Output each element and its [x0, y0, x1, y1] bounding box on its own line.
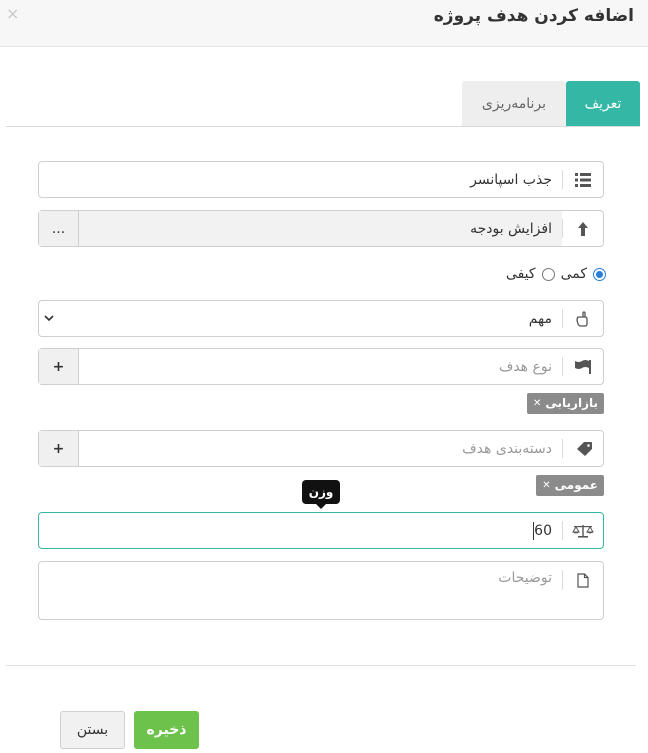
document-icon [563, 562, 603, 598]
priority-select[interactable]: مهم [38, 300, 604, 337]
radio-quantitative[interactable] [593, 267, 606, 281]
add-goal-type-button[interactable]: + [39, 349, 79, 384]
measure-type-radios: کمی کیفی [506, 266, 606, 282]
goal-name-input[interactable]: جذب اسپانسر [39, 162, 562, 197]
goal-category-input[interactable]: دسته‌بندی هدف [79, 431, 562, 466]
goal-type-input[interactable]: نوع هدف [79, 349, 562, 384]
tabs-divider [6, 126, 640, 127]
radio-qualitative[interactable] [541, 267, 555, 281]
tab-planning[interactable]: برنامه‌ریزی [462, 81, 566, 127]
arrow-up-icon [563, 211, 603, 246]
description-placeholder: توضیحات [498, 570, 552, 586]
flag-icon [563, 349, 603, 384]
goal-category-tag: عمومی ✕ [536, 475, 604, 496]
modal-title: اضافه کردن هدف پروژه [433, 6, 634, 26]
goal-name-group: جذب اسپانسر [38, 161, 604, 198]
weight-value: 60 [534, 522, 552, 539]
description-textarea[interactable]: توضیحات [38, 561, 604, 620]
radio-quantitative-label: کمی [560, 266, 587, 282]
weight-tooltip: وزن [302, 480, 340, 509]
list-icon [563, 162, 603, 197]
add-goal-category-button[interactable]: + [39, 431, 79, 466]
goal-category-group: دسته‌بندی هدف + [38, 430, 604, 467]
save-button[interactable]: ذخیره [134, 711, 199, 749]
close-icon[interactable]: × [6, 4, 19, 23]
close-button[interactable]: بستن [60, 711, 125, 749]
weight-input[interactable]: 60 [39, 513, 562, 548]
tag-icon [563, 431, 603, 466]
goal-type-tag-label: بازاریابی [545, 396, 598, 410]
footer-divider [6, 665, 636, 666]
goal-type-group: نوع هدف + [38, 348, 604, 385]
goal-category-tag-label: عمومی [554, 478, 598, 492]
radio-qualitative-label: کیفی [505, 266, 536, 282]
remove-tag-icon[interactable]: ✕ [533, 393, 541, 414]
pointer-hand-icon [563, 301, 603, 336]
remove-tag-icon[interactable]: ✕ [542, 475, 550, 496]
priority-value: مهم [528, 310, 552, 327]
parent-goal-group: افزایش بودجه ... [38, 210, 604, 247]
tab-definition[interactable]: تعریف [566, 81, 640, 127]
parent-goal-browse-button[interactable]: ... [39, 211, 79, 246]
goal-type-tag: بازاریابی ✕ [527, 393, 604, 414]
balance-scale-icon [563, 513, 603, 548]
chevron-down-icon [39, 301, 59, 336]
weight-group: 60 [38, 512, 604, 549]
modal-header: اضافه کردن هدف پروژه × [0, 0, 648, 47]
parent-goal-input[interactable]: افزایش بودجه [79, 211, 562, 246]
